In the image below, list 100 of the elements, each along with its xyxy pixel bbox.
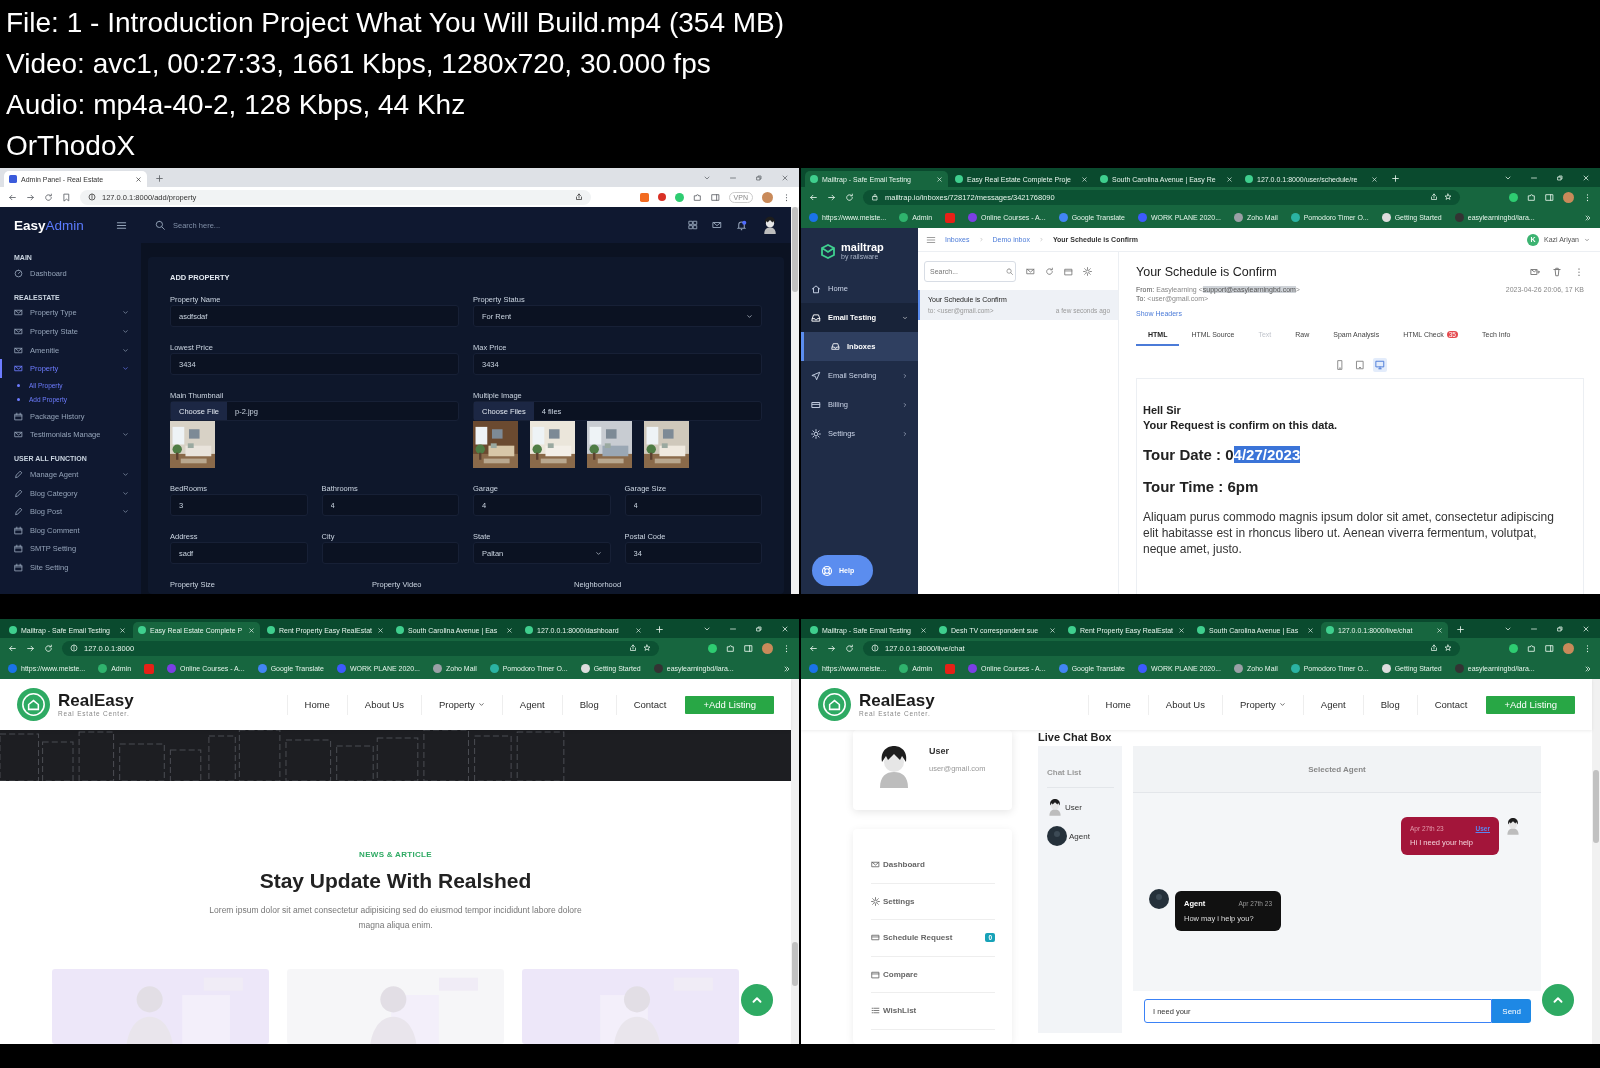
forward-icon[interactable] xyxy=(827,643,836,653)
grid-icon[interactable] xyxy=(688,220,698,230)
phone-icon xyxy=(1335,360,1345,370)
mail-icon[interactable] xyxy=(712,220,722,230)
favicon-icon xyxy=(1290,213,1300,222)
scroll-top-button[interactable] xyxy=(1542,984,1574,1016)
logo-icon xyxy=(820,243,836,259)
nav-link[interactable]: Blog xyxy=(561,694,616,715)
star-icon[interactable] xyxy=(1444,644,1452,652)
scrollbar[interactable] xyxy=(791,679,799,1044)
reload-icon[interactable] xyxy=(44,192,53,202)
favicon-icon xyxy=(1290,664,1300,673)
bookmark-icon[interactable] xyxy=(62,192,71,202)
inbox-icon[interactable] xyxy=(1064,267,1073,276)
new-tab-icon[interactable] xyxy=(155,174,164,183)
nav-link[interactable]: Agent xyxy=(501,694,562,715)
more-bookmarks-icon[interactable] xyxy=(1584,213,1592,222)
menu-item[interactable]: Settings xyxy=(871,883,995,920)
sidebar-icon[interactable] xyxy=(710,192,720,202)
menu-item[interactable]: Dashboard xyxy=(871,847,995,884)
close-tab-icon[interactable] xyxy=(135,175,142,183)
scroll-top-button[interactable] xyxy=(741,984,773,1016)
more-bookmarks-icon[interactable] xyxy=(1584,664,1592,673)
close-icon[interactable] xyxy=(781,624,789,633)
more-bookmarks-icon[interactable] xyxy=(783,664,791,673)
chat-contact[interactable]: Agent xyxy=(1047,826,1114,846)
favicon-icon xyxy=(1381,664,1391,673)
nav-link[interactable]: Blog xyxy=(1362,694,1417,715)
profile-avatar[interactable] xyxy=(1563,642,1574,654)
nav-link[interactable]: Home xyxy=(1087,694,1148,715)
star-icon[interactable] xyxy=(1444,193,1452,201)
scrollbar[interactable] xyxy=(791,207,799,594)
nav-link[interactable]: Contact xyxy=(1416,694,1485,715)
extension-icon[interactable] xyxy=(1509,192,1518,202)
favicon-icon xyxy=(1197,626,1205,634)
bell-icon[interactable] xyxy=(736,219,747,231)
favicon-icon xyxy=(1454,664,1464,673)
close-icon[interactable] xyxy=(781,173,789,182)
envelope-icon[interactable] xyxy=(1026,267,1035,276)
caret-icon xyxy=(122,508,129,516)
profile-avatar[interactable] xyxy=(762,191,773,203)
app-logo: EasyAdmin xyxy=(14,217,84,233)
caret-icon xyxy=(122,346,129,354)
desktop-view-button[interactable] xyxy=(1373,358,1387,372)
profile-avatar[interactable] xyxy=(1563,191,1574,203)
house-logo-icon[interactable] xyxy=(17,688,50,721)
send-icon xyxy=(811,370,821,381)
gauge-icon xyxy=(14,268,23,278)
search-icon xyxy=(1006,268,1013,275)
nav-link[interactable]: Property xyxy=(1221,694,1303,715)
back-icon[interactable] xyxy=(809,643,818,653)
forward-icon[interactable] xyxy=(26,192,35,202)
extension-icon[interactable] xyxy=(708,643,717,653)
tablet-view-button[interactable] xyxy=(1353,358,1367,372)
share-icon[interactable] xyxy=(574,193,583,201)
restore-icon[interactable] xyxy=(1556,624,1564,633)
nav-link[interactable]: Contact xyxy=(615,694,684,715)
puzzle-icon[interactable] xyxy=(692,192,702,202)
forward-icon[interactable] xyxy=(1530,267,1540,277)
menu-item[interactable]: WishList xyxy=(871,993,995,1030)
house-logo-icon[interactable] xyxy=(818,688,851,721)
menu-item[interactable]: Compare xyxy=(871,956,995,993)
favicon-icon xyxy=(1233,664,1243,673)
restore-icon[interactable] xyxy=(1556,173,1564,182)
restore-icon[interactable] xyxy=(755,624,763,633)
forward-icon[interactable] xyxy=(827,192,836,202)
restore-icon[interactable] xyxy=(755,173,763,182)
brand-name: RealEasy xyxy=(58,692,134,710)
favicon-icon xyxy=(525,626,533,634)
close-icon[interactable] xyxy=(1582,624,1590,633)
back-icon[interactable] xyxy=(809,192,818,202)
favicon-icon xyxy=(955,175,963,183)
agent-avatar xyxy=(1149,889,1169,909)
brand-name: RealEasy xyxy=(859,692,935,710)
profile-avatar[interactable] xyxy=(762,642,773,654)
scrollbar[interactable] xyxy=(1592,679,1600,1044)
search-icon xyxy=(155,220,165,230)
lifebuoy-icon xyxy=(821,564,833,577)
back-icon[interactable] xyxy=(8,643,17,653)
nav-link[interactable]: Agent xyxy=(1302,694,1363,715)
settings-icon[interactable] xyxy=(1083,267,1092,276)
calendar-icon xyxy=(14,544,23,554)
section-text: Lorem ipsum dolor sit amet consectetur adipisicing sed do eiusmod tempor incididunt labore dolore magna aliqua enim. xyxy=(208,904,583,932)
nav-link[interactable]: Home xyxy=(286,694,347,715)
delete-icon[interactable] xyxy=(1552,267,1562,277)
menu-icon[interactable] xyxy=(116,219,127,231)
refresh-icon[interactable] xyxy=(1045,267,1054,276)
caret-icon xyxy=(122,328,129,335)
favicon-icon xyxy=(899,213,909,222)
chat-contact[interactable]: User xyxy=(1047,798,1114,816)
favicon-icon xyxy=(810,626,818,634)
send-button[interactable]: Send xyxy=(1492,999,1531,1023)
close-icon[interactable] xyxy=(1582,173,1590,182)
nav-link[interactable]: About Us xyxy=(1147,694,1222,715)
forward-icon[interactable] xyxy=(26,643,35,653)
extension-icon[interactable] xyxy=(1509,643,1518,653)
star-icon[interactable] xyxy=(643,644,651,652)
nav-link[interactable]: Property xyxy=(420,694,502,715)
back-icon[interactable] xyxy=(8,192,17,202)
nav-link[interactable]: About Us xyxy=(346,694,421,715)
